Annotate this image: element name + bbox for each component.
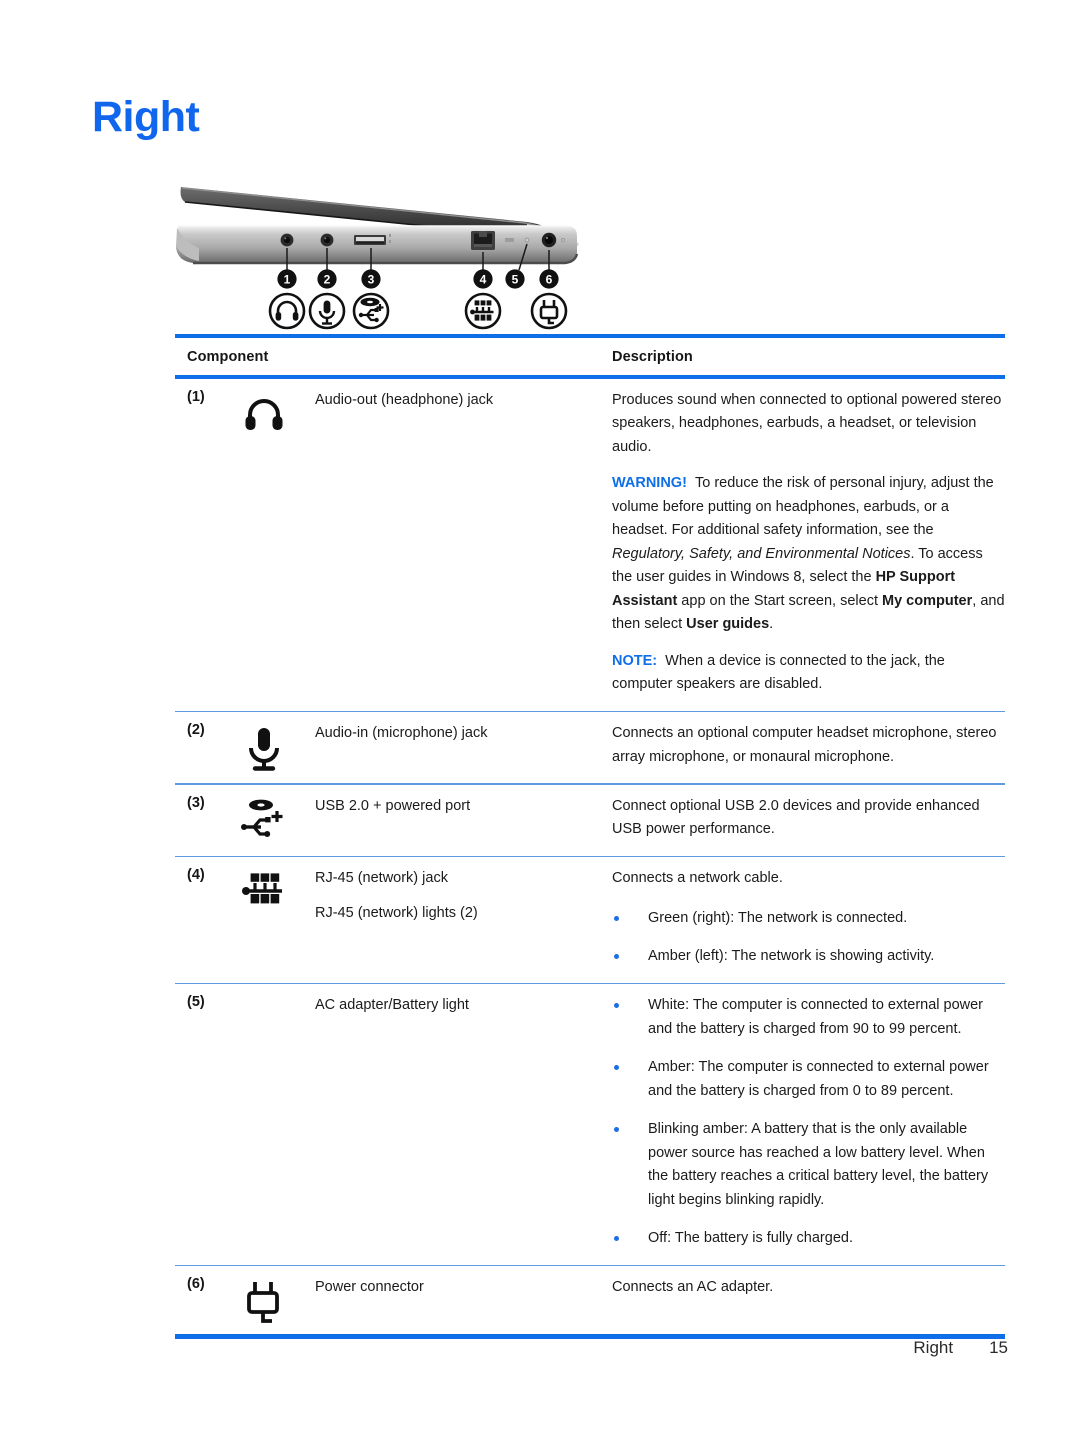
warning-italic-1: Regulatory, Safety, and Environmental No… xyxy=(612,545,911,562)
component-cell: (5) AC adapter/Battery light xyxy=(175,994,605,1250)
component-cell: (1) Audio-out (headphone) jack xyxy=(175,389,605,697)
table-row: (1) Audio-out (headphone) jack Produces … xyxy=(175,379,1005,711)
ac-adapter-battery-light xyxy=(524,237,530,243)
description-cell: Connects an optional computer headset mi… xyxy=(605,722,1005,769)
callout-number: (4) xyxy=(187,867,205,884)
warning-tag: WARNING! xyxy=(612,475,687,492)
list-item: Green (right): The network is connected. xyxy=(612,907,1005,930)
page-footer: Right 15 xyxy=(0,1338,1080,1358)
description-paragraph: Connects an optional computer headset mi… xyxy=(612,725,997,765)
description-cell: Produces sound when connected to optiona… xyxy=(605,389,1005,697)
column-header-description: Description xyxy=(612,349,693,365)
list-item: White: The computer is connected to exte… xyxy=(612,994,1005,1041)
component-label: RJ-45 (network) jack xyxy=(315,870,448,887)
laptop-right-side-illustration: 1 2 3 4 5 6 xyxy=(175,162,595,332)
description-bullet-list: Green (right): The network is connected.… xyxy=(612,907,1005,969)
component-cell: (4) RJ-45 (network) jack RJ-45 (network)… xyxy=(175,867,605,968)
component-label-secondary: RJ-45 (network) lights (2) xyxy=(315,904,478,921)
power-connector-icon xyxy=(530,292,568,330)
usb-port xyxy=(354,234,391,245)
table-row: (2) Audio-in (microphone) jack Connects … xyxy=(175,712,1005,783)
component-label: Audio-in (microphone) jack xyxy=(315,725,488,742)
description-paragraph: Connect optional USB 2.0 devices and pro… xyxy=(612,797,980,838)
callout-symbol-icons xyxy=(268,292,568,330)
description-paragraph: Produces sound when connected to optiona… xyxy=(612,392,1002,455)
component-cell: (6) Power connector xyxy=(175,1276,605,1323)
headphone-icon xyxy=(268,292,306,330)
table-row: (4) RJ-45 (network) jack RJ-45 (network)… xyxy=(175,857,1005,982)
note-tag: NOTE: xyxy=(612,652,658,669)
warning-bold-2: My computer xyxy=(882,592,973,609)
callout-number: (3) xyxy=(187,794,205,811)
callout-number: (1) xyxy=(187,389,205,405)
power-connector-icon xyxy=(237,1274,291,1328)
description-cell: Connects an AC adapter. xyxy=(605,1276,1005,1299)
description-bullet-list: White: The computer is connected to exte… xyxy=(612,994,1005,1250)
callout-number: (5) xyxy=(187,994,205,1011)
warning-text-3: app on the Start screen, select xyxy=(677,592,883,609)
warning-text-5: . xyxy=(769,616,774,633)
description-cell: Connect optional USB 2.0 devices and pro… xyxy=(605,795,1005,842)
rj45-network-icon xyxy=(464,292,502,330)
table-row: (5) AC adapter/Battery light White: The … xyxy=(175,984,1005,1264)
microphone-icon xyxy=(308,292,346,330)
svg-text:1: 1 xyxy=(284,273,291,287)
page-title: Right xyxy=(92,93,200,141)
callout-number: (2) xyxy=(187,722,205,739)
table-row: (6) Power connector Connects an AC adapt… xyxy=(175,1266,1005,1333)
footer-section-name: Right xyxy=(913,1338,954,1357)
list-item: Blinking amber: A battery that is the on… xyxy=(612,1118,1005,1212)
usb-powered-icon xyxy=(352,292,390,330)
component-label: AC adapter/Battery light xyxy=(315,997,469,1014)
note-text: When a device is connected to the jack, … xyxy=(612,652,945,693)
headphone-icon xyxy=(237,387,291,441)
table-header-row: Component Description xyxy=(175,338,1005,375)
warning-paragraph: WARNING! To reduce the risk of personal … xyxy=(612,472,1005,636)
list-item: Amber: The computer is connected to exte… xyxy=(612,1056,1005,1103)
callout-bubbles: 1 2 3 4 5 6 xyxy=(277,269,559,289)
table-row: (3) USB 2.0 + powered port Connect optio… xyxy=(175,785,1005,856)
callout-number: (6) xyxy=(187,1276,205,1293)
svg-text:2: 2 xyxy=(324,273,331,287)
component-cell: (2) Audio-in (microphone) jack xyxy=(175,722,605,772)
rj45-network-icon xyxy=(237,865,291,919)
svg-text:3: 3 xyxy=(368,273,375,287)
column-header-component: Component xyxy=(187,349,269,365)
svg-text:4: 4 xyxy=(480,273,487,287)
description-paragraph: Connects an AC adapter. xyxy=(612,1279,774,1296)
component-cell: (3) USB 2.0 + powered port xyxy=(175,795,605,842)
component-description-table: Component Description (1) Audio-out (hea… xyxy=(175,334,1005,1339)
description-cell: White: The computer is connected to exte… xyxy=(605,994,1005,1250)
warning-bold-3: User guides xyxy=(686,616,770,633)
footer-page-number: 15 xyxy=(989,1338,1008,1357)
vent-detail xyxy=(505,238,514,242)
svg-text:5: 5 xyxy=(512,273,519,287)
component-label: USB 2.0 + powered port xyxy=(315,797,471,814)
microphone-icon xyxy=(237,720,291,774)
description-paragraph: Connects a network cable. xyxy=(612,870,783,887)
usb-powered-icon xyxy=(237,793,291,847)
component-label: Power connector xyxy=(315,1279,424,1296)
rj45-port xyxy=(471,231,495,250)
list-item: Off: The battery is fully charged. xyxy=(612,1227,1005,1250)
component-label: Audio-out (headphone) jack xyxy=(315,392,494,408)
list-item: Amber (left): The network is showing act… xyxy=(612,945,1005,968)
note-paragraph: NOTE: When a device is connected to the … xyxy=(612,650,1005,697)
description-cell: Connects a network cable. Green (right):… xyxy=(605,867,1005,968)
svg-text:6: 6 xyxy=(546,273,553,287)
